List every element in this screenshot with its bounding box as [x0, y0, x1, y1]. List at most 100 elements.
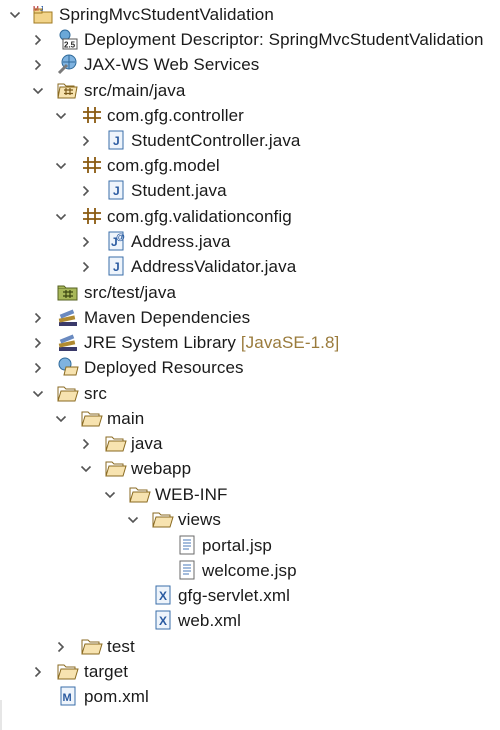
- chevron-right-icon[interactable]: [77, 431, 95, 456]
- svg-text:@: @: [116, 232, 125, 242]
- tree-item-jre-library[interactable]: JRE System Library [JavaSE-1.8]: [0, 330, 500, 355]
- chevron-down-icon[interactable]: [52, 153, 70, 178]
- tree-item-file-portal-jsp[interactable]: portal.jsp: [0, 533, 500, 558]
- tree-item-label: gfg-servlet.xml: [178, 586, 291, 605]
- jsp-file-icon: [176, 534, 198, 556]
- chevron-down-icon[interactable]: [29, 381, 47, 406]
- tree-item-label: web.xml: [178, 611, 242, 630]
- tree-item-label: target: [84, 662, 129, 681]
- tree-item-folder-test[interactable]: test: [0, 634, 500, 659]
- tree-item-label: WEB-INF: [155, 485, 228, 504]
- tree-item-label: views: [178, 510, 222, 529]
- panel-edge-divider: [0, 700, 2, 730]
- tree-item-file-welcome-jsp[interactable]: welcome.jsp: [0, 558, 500, 583]
- chevron-right-icon[interactable]: [29, 52, 47, 77]
- chevron-right-icon[interactable]: [29, 27, 47, 52]
- tree-item-label: JRE System Library [JavaSE-1.8]: [84, 332, 339, 353]
- folder-icon: [152, 508, 174, 530]
- library-icon: [57, 306, 79, 328]
- tree-item-file-web-xml[interactable]: X web.xml: [0, 608, 500, 633]
- chevron-down-icon[interactable]: [29, 78, 47, 103]
- project-explorer-tree: M J SpringMvcStudentValidation 2.5 Deplo…: [0, 0, 500, 730]
- tree-item-file-studentcontroller[interactable]: J StudentController.java: [0, 128, 500, 153]
- tree-item-deployed-resources[interactable]: Deployed Resources: [0, 355, 500, 380]
- tree-item-deployment-descriptor[interactable]: 2.5 Deployment Descriptor: SpringMvcStud…: [0, 27, 500, 52]
- svg-text:2.5: 2.5: [64, 41, 76, 50]
- tree-item-label: main: [107, 409, 145, 428]
- chevron-right-icon[interactable]: [77, 254, 95, 279]
- svg-text:J: J: [40, 6, 44, 13]
- tree-item-file-addressvalidator[interactable]: J AddressValidator.java: [0, 254, 500, 279]
- tree-item-src-main-java[interactable]: src/main/java: [0, 78, 500, 103]
- tree-item-folder-webapp[interactable]: webapp: [0, 456, 500, 481]
- tree-item-folder-main[interactable]: main: [0, 406, 500, 431]
- tree-item-maven-dependencies[interactable]: Maven Dependencies: [0, 305, 500, 330]
- tree-item-package-model[interactable]: com.gfg.model: [0, 153, 500, 178]
- package-icon: [81, 104, 103, 126]
- maven-project-icon: M J: [32, 3, 54, 25]
- package-icon: [81, 154, 103, 176]
- folder-icon: [105, 457, 127, 479]
- tree-item-label: com.gfg.controller: [107, 106, 244, 125]
- tree-item-folder-web-inf[interactable]: WEB-INF: [0, 482, 500, 507]
- pom-file-icon: M: [57, 685, 79, 707]
- tree-item-file-address[interactable]: J @ Address.java: [0, 229, 500, 254]
- tree-item-package-controller[interactable]: com.gfg.controller: [0, 103, 500, 128]
- folder-icon: [129, 483, 151, 505]
- chevron-right-icon[interactable]: [52, 634, 70, 659]
- tree-item-label: pom.xml: [84, 687, 149, 706]
- source-folder-icon: [57, 79, 79, 101]
- chevron-down-icon[interactable]: [101, 482, 119, 507]
- tree-item-folder-target[interactable]: target: [0, 659, 500, 684]
- web-services-icon: [57, 53, 79, 75]
- chevron-down-icon[interactable]: [77, 456, 95, 481]
- tree-item-label: JAX-WS Web Services: [84, 55, 260, 74]
- chevron-down-icon[interactable]: [52, 103, 70, 128]
- tree-item-folder-views[interactable]: views: [0, 507, 500, 532]
- chevron-down-icon[interactable]: [124, 507, 142, 532]
- chevron-right-icon[interactable]: [29, 659, 47, 684]
- chevron-right-icon[interactable]: [29, 330, 47, 355]
- tree-item-label: StudentController.java: [131, 131, 301, 150]
- tree-item-label: com.gfg.validationconfig: [107, 207, 292, 226]
- tree-item-label: Address.java: [131, 232, 231, 251]
- svg-text:J: J: [113, 260, 120, 274]
- java-file-icon: J: [105, 255, 127, 277]
- library-name: JRE System Library: [84, 333, 237, 352]
- chevron-down-icon[interactable]: [6, 2, 24, 27]
- xml-file-icon: X: [152, 609, 174, 631]
- tree-item-src-test-java[interactable]: src/test/java: [0, 280, 500, 305]
- library-version-decoration: [JavaSE-1.8]: [240, 333, 340, 352]
- jsp-file-icon: [176, 559, 198, 581]
- tree-item-folder-src[interactable]: src: [0, 381, 500, 406]
- chevron-right-icon[interactable]: [77, 229, 95, 254]
- chevron-down-icon[interactable]: [52, 406, 70, 431]
- chevron-down-icon[interactable]: [52, 204, 70, 229]
- tree-item-label: src/test/java: [84, 283, 176, 302]
- svg-text:X: X: [159, 614, 167, 628]
- tree-item-file-student[interactable]: J Student.java: [0, 178, 500, 203]
- tree-item-label: Maven Dependencies: [84, 308, 251, 327]
- svg-text:M: M: [33, 6, 39, 13]
- chevron-right-icon[interactable]: [77, 178, 95, 203]
- deployment-descriptor-icon: 2.5: [57, 28, 79, 50]
- tree-item-package-validationconfig[interactable]: com.gfg.validationconfig: [0, 204, 500, 229]
- source-folder-icon: [57, 281, 79, 303]
- chevron-right-icon[interactable]: [77, 128, 95, 153]
- tree-item-project[interactable]: M J SpringMvcStudentValidation: [0, 2, 500, 27]
- tree-item-folder-java[interactable]: java: [0, 431, 500, 456]
- tree-item-label: test: [107, 637, 135, 656]
- chevron-right-icon[interactable]: [29, 355, 47, 380]
- java-file-icon: J: [105, 129, 127, 151]
- deployed-resources-icon: [57, 356, 79, 378]
- folder-icon: [81, 407, 103, 429]
- tree-item-jaxws[interactable]: JAX-WS Web Services: [0, 52, 500, 77]
- java-annotation-icon: J @: [105, 230, 127, 252]
- chevron-right-icon[interactable]: [29, 305, 47, 330]
- tree-item-file-pom-xml[interactable]: M pom.xml: [0, 684, 500, 709]
- tree-item-file-gfg-servlet-xml[interactable]: X gfg-servlet.xml: [0, 583, 500, 608]
- tree-item-label: src: [84, 384, 107, 403]
- svg-text:J: J: [113, 134, 120, 148]
- library-icon: [57, 331, 79, 353]
- folder-icon: [57, 660, 79, 682]
